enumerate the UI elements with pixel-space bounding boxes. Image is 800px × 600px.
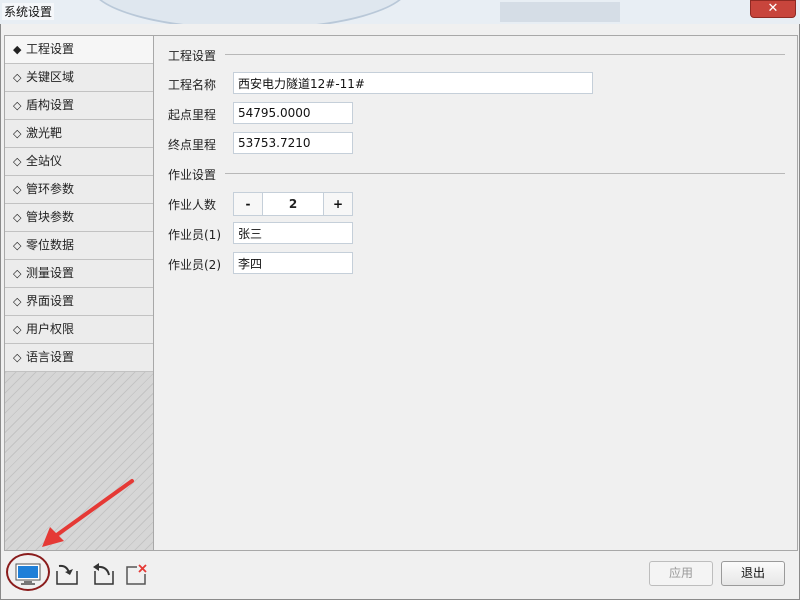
monitor-icon[interactable] <box>15 561 41 587</box>
worker2-input[interactable] <box>233 252 353 274</box>
diamond-icon: ◇ <box>13 239 22 252</box>
bottom-toolbar: 应用 退出 <box>1 551 799 599</box>
decrement-button[interactable]: - <box>234 193 263 215</box>
worker2-label: 作业员(2) <box>168 258 221 272</box>
diamond-icon: ◇ <box>13 267 22 280</box>
diamond-icon: ◇ <box>13 99 22 112</box>
sidebar-item[interactable]: ◇ 管块参数 <box>5 204 153 232</box>
sidebar-item-label: 语言设置 <box>26 350 75 364</box>
sidebar-item-label: 界面设置 <box>26 294 75 308</box>
undo-icon[interactable] <box>89 561 115 587</box>
diamond-icon: ◇ <box>13 211 22 224</box>
diamond-icon: ◇ <box>13 71 22 84</box>
clear-icon[interactable] <box>123 561 149 587</box>
sidebar-item[interactable]: ◇ 全站仪 <box>5 148 153 176</box>
sidebar-item[interactable]: ◇ 用户权限 <box>5 316 153 344</box>
sidebar-item[interactable]: ◆ 工程设置 <box>5 36 153 64</box>
diamond-icon: ◇ <box>13 323 22 336</box>
start-mileage-input[interactable] <box>233 102 353 124</box>
sidebar-item[interactable]: ◇ 关键区域 <box>5 64 153 92</box>
section-title-work: 作业设置 <box>168 166 223 183</box>
section-divider <box>225 54 785 55</box>
sidebar-item-label: 工程设置 <box>26 42 75 56</box>
diamond-icon: ◇ <box>13 127 22 140</box>
start-mileage-label: 起点里程 <box>168 108 217 122</box>
section-title-project: 工程设置 <box>168 47 223 64</box>
diamond-icon: ◇ <box>13 155 22 168</box>
annotation-arrow <box>42 479 134 547</box>
sidebar-item[interactable]: ◇ 零位数据 <box>5 232 153 260</box>
end-mileage-input[interactable] <box>233 132 353 154</box>
section-divider <box>225 173 785 174</box>
sidebar-item[interactable]: ◇ 界面设置 <box>5 288 153 316</box>
sidebar-item-label: 测量设置 <box>26 266 75 280</box>
worker1-input[interactable] <box>233 222 353 244</box>
diamond-icon: ◇ <box>13 351 22 364</box>
increment-button[interactable]: + <box>323 193 352 215</box>
sidebar: ◆ 工程设置 ◇ 关键区域 ◇ 盾构设置 ◇ 激光靶 ◇ 全站仪 ◇ 管环参数 ◇ 管块参数 ◇ 零位数据 ◇ 测… <box>5 36 154 550</box>
sidebar-item-label: 用户权限 <box>26 322 75 336</box>
selected-diamond-icon: ◆ <box>13 43 22 56</box>
worker1-label: 作业员(1) <box>168 228 221 242</box>
project-name-input[interactable] <box>233 72 593 94</box>
sidebar-item-label: 零位数据 <box>26 238 75 252</box>
main-frame: ◆ 工程设置 ◇ 关键区域 ◇ 盾构设置 ◇ 激光靶 ◇ 全站仪 ◇ 管环参数 ◇ 管块参数 ◇ 零位数据 ◇ 测… <box>4 35 798 551</box>
sidebar-item-label: 全站仪 <box>26 154 63 168</box>
sidebar-item[interactable]: ◇ 测量设置 <box>5 260 153 288</box>
worker-count-label: 作业人数 <box>168 198 217 212</box>
sidebar-item[interactable]: ◇ 盾构设置 <box>5 92 153 120</box>
exit-button[interactable]: 退出 <box>721 561 785 586</box>
window-title: 系统设置 <box>2 3 55 20</box>
title-bar: 系统设置 ✕ <box>0 0 800 24</box>
sidebar-item[interactable]: ◇ 激光靶 <box>5 120 153 148</box>
worker-count-stepper: - 2 + <box>233 192 353 216</box>
sidebar-item-label: 关键区域 <box>26 70 75 84</box>
project-name-label: 工程名称 <box>168 78 217 92</box>
sidebar-item[interactable]: ◇ 语言设置 <box>5 344 153 372</box>
sidebar-item-label: 管环参数 <box>26 182 75 196</box>
sidebar-item-label: 管块参数 <box>26 210 75 224</box>
close-button[interactable]: ✕ <box>750 0 796 18</box>
diamond-icon: ◇ <box>13 183 22 196</box>
sidebar-item[interactable]: ◇ 管环参数 <box>5 176 153 204</box>
worker-count-value[interactable]: 2 <box>263 193 323 215</box>
diamond-icon: ◇ <box>13 295 22 308</box>
import-icon[interactable] <box>55 561 81 587</box>
sidebar-item-label: 盾构设置 <box>26 98 75 112</box>
apply-button[interactable]: 应用 <box>649 561 713 586</box>
content-panel: 工程设置 工程名称 起点里程 终点里程 作业设置 作业人数 - 2 + 作业员(… <box>155 36 797 550</box>
sidebar-item-label: 激光靶 <box>26 126 63 140</box>
end-mileage-label: 终点里程 <box>168 138 217 152</box>
